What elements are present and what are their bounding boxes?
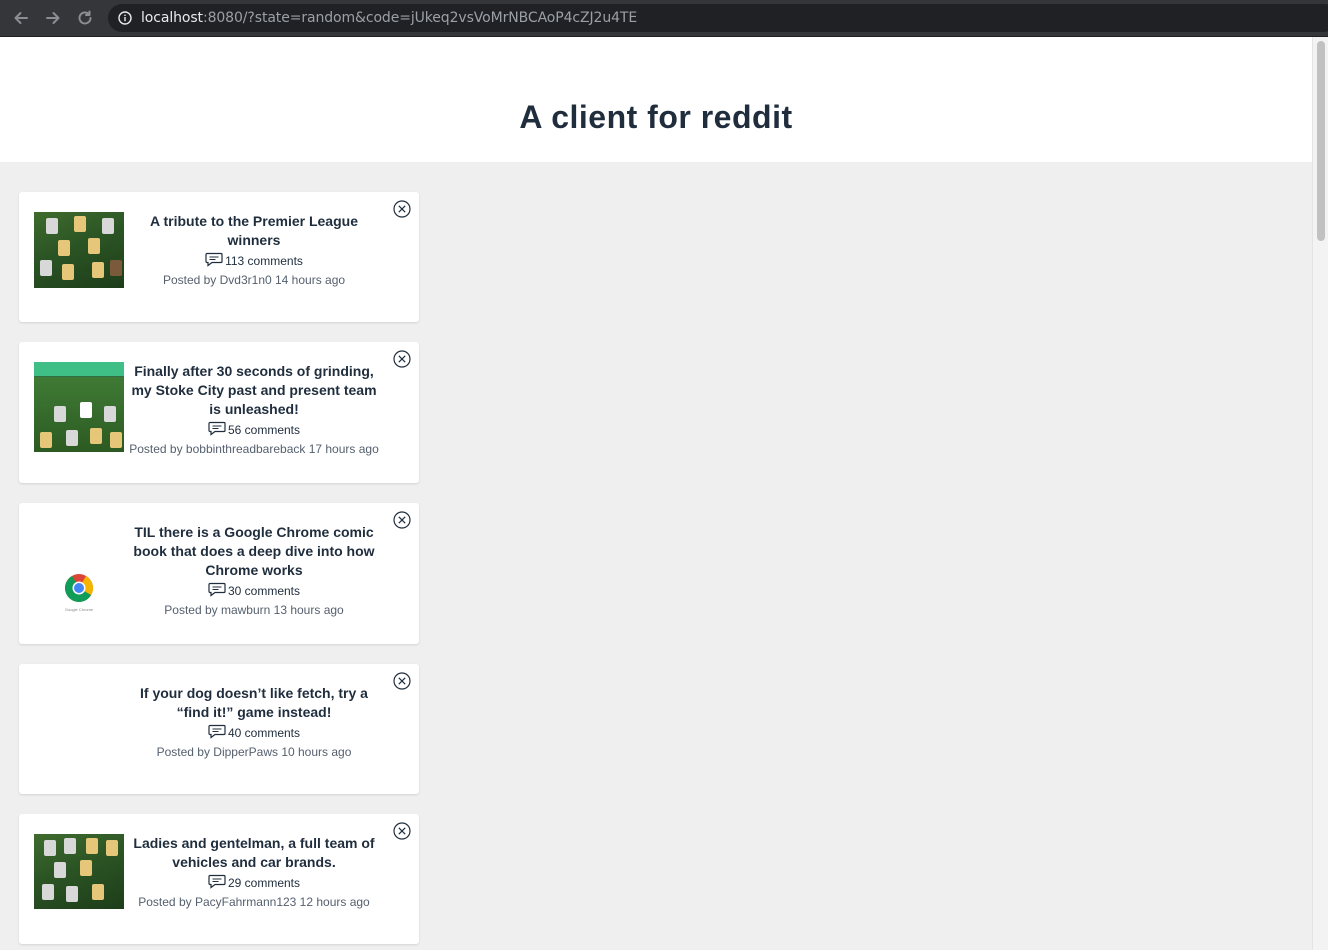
post-meta: Posted by Dvd3r1n0 14 hours ago: [162, 273, 346, 287]
page-header: A client for reddit: [0, 37, 1312, 162]
post-body: A tribute to the Premier League winners …: [124, 212, 384, 288]
post-meta: Posted by PacyFahrmann123 12 hours ago: [138, 895, 370, 909]
close-icon[interactable]: [393, 350, 411, 368]
post-card[interactable]: A tribute to the Premier League winners …: [19, 192, 419, 322]
comments-count: 40 comments: [227, 726, 301, 740]
back-arrow-icon[interactable]: [10, 7, 32, 29]
post-comments[interactable]: 56 comments: [124, 421, 384, 438]
post-card[interactable]: Finally after 30 seconds of grinding, my…: [19, 342, 419, 483]
close-icon[interactable]: [393, 822, 411, 840]
post-comments[interactable]: 29 comments: [124, 874, 384, 891]
post-title[interactable]: Finally after 30 seconds of grinding, my…: [124, 362, 384, 419]
comment-icon: [208, 874, 226, 889]
post-meta: Posted by mawburn 13 hours ago: [164, 603, 344, 617]
comments-count: 113 comments: [225, 254, 303, 268]
comment-icon: [205, 252, 223, 267]
url-text: localhost:8080/?state=random&code=jUkeq2…: [141, 10, 637, 26]
close-icon[interactable]: [393, 200, 411, 218]
post-body: If your dog doesn’t like fetch, try a “f…: [124, 684, 384, 760]
browser-toolbar: localhost:8080/?state=random&code=jUkeq2…: [0, 0, 1328, 37]
post-title[interactable]: Ladies and gentelman, a full team of veh…: [124, 834, 384, 872]
comment-icon: [208, 582, 226, 597]
post-title[interactable]: If your dog doesn’t like fetch, try a “f…: [124, 684, 384, 722]
post-card[interactable]: If your dog doesn’t like fetch, try a “f…: [19, 664, 419, 794]
comment-icon: [208, 421, 226, 436]
post-thumbnail[interactable]: [34, 362, 124, 452]
comments-count: 30 comments: [227, 584, 301, 598]
post-body: Ladies and gentelman, a full team of veh…: [124, 834, 384, 910]
post-card[interactable]: Google Chrome TIL there is a Google Chro…: [19, 503, 419, 644]
comments-count: 29 comments: [227, 876, 301, 890]
page-title: A client for reddit: [519, 99, 793, 135]
post-thumbnail[interactable]: [34, 212, 124, 288]
post-comments[interactable]: 30 comments: [124, 582, 384, 599]
post-title[interactable]: TIL there is a Google Chrome comic book …: [124, 523, 384, 580]
post-card[interactable]: Ladies and gentelman, a full team of veh…: [19, 814, 419, 944]
post-thumbnail[interactable]: [34, 834, 124, 909]
reload-icon[interactable]: [74, 7, 96, 29]
post-thumbnail[interactable]: Google Chrome: [34, 523, 124, 615]
post-comments[interactable]: 113 comments: [124, 252, 384, 269]
scrollbar-thumb[interactable]: [1317, 41, 1325, 241]
close-icon[interactable]: [393, 672, 411, 690]
post-body: TIL there is a Google Chrome comic book …: [124, 523, 384, 618]
info-icon[interactable]: [118, 11, 132, 25]
url-path: :8080/?state=random&code=jUkeq2vsVoMrNBC…: [202, 10, 638, 26]
comment-icon: [208, 724, 226, 739]
post-title[interactable]: A tribute to the Premier League winners: [124, 212, 384, 250]
address-bar[interactable]: localhost:8080/?state=random&code=jUkeq2…: [108, 4, 1328, 32]
forward-arrow-icon[interactable]: [42, 7, 64, 29]
comments-count: 56 comments: [227, 423, 301, 437]
post-comments[interactable]: 40 comments: [124, 724, 384, 741]
close-icon[interactable]: [393, 511, 411, 529]
chrome-logo-icon: [65, 574, 93, 602]
thumbnail-caption: Google Chrome: [64, 607, 94, 612]
post-meta: Posted by DipperPaws 10 hours ago: [156, 745, 352, 759]
post-body: Finally after 30 seconds of grinding, my…: [124, 362, 384, 457]
scrollbar[interactable]: [1312, 37, 1328, 950]
url-host: localhost: [141, 10, 203, 26]
post-meta: Posted by bobbinthreadbareback 17 hours …: [129, 442, 379, 456]
